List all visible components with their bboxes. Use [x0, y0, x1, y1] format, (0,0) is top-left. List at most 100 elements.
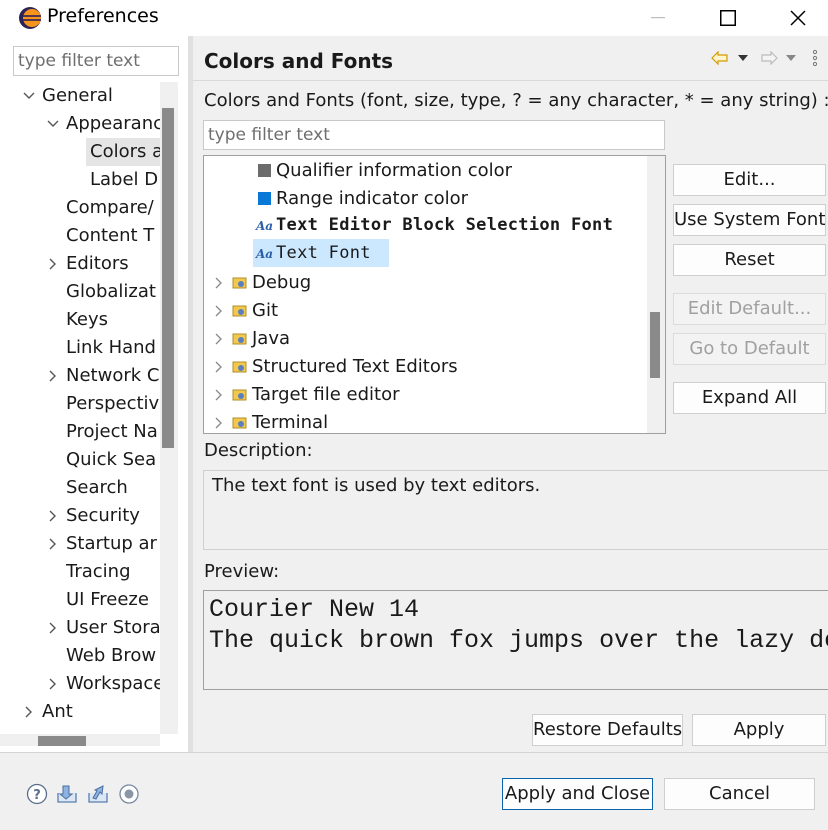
chevron-right-icon: [25, 706, 32, 718]
tree-item-label: Terminal: [252, 412, 329, 433]
font-icon: Aa: [256, 219, 274, 233]
tree-item-label: Text Editor Block Selection Font: [276, 215, 614, 235]
sidebar-item-globalization[interactable]: Globalizat: [66, 278, 156, 306]
restore-defaults-button[interactable]: Restore Defaults: [532, 714, 683, 746]
tree-item-label: Target file editor: [252, 384, 400, 405]
sidebar-item-tracing[interactable]: Tracing: [66, 558, 131, 586]
tree-item-label: Text Font: [276, 243, 371, 263]
sidebar-item-label: UI Freeze: [66, 589, 149, 610]
sidebar-vertical-scrollbar[interactable]: [160, 82, 178, 734]
description-text: The text font is used by text editors.: [212, 475, 541, 496]
edit-default-button[interactable]: Edit Default...: [673, 293, 826, 325]
sidebar-item-colors-and-fonts[interactable]: Colors a: [86, 138, 160, 166]
sidebar-item-label: Security: [66, 505, 140, 526]
import-icon[interactable]: [56, 783, 78, 805]
maximize-button[interactable]: [698, 0, 758, 36]
scrollbar-thumb[interactable]: [162, 108, 174, 448]
sidebar-item-perspectives[interactable]: Perspectiv: [66, 390, 159, 418]
chevron-right-icon: [215, 389, 222, 401]
sidebar-item-compare[interactable]: Compare/: [66, 194, 154, 222]
sidebar-item-label-decorations[interactable]: Label D: [90, 166, 158, 194]
color-swatch-icon: [258, 164, 271, 177]
sidebar-item-label: Quick Sea: [66, 449, 157, 470]
chevron-right-icon: [215, 277, 222, 289]
sidebar-item-keys[interactable]: Keys: [66, 306, 108, 334]
dropdown-icon[interactable]: [786, 55, 796, 61]
apply-and-close-button[interactable]: Apply and Close: [502, 778, 653, 810]
sidebar-item-label: Project Na: [66, 421, 158, 442]
sidebar-filter-input[interactable]: [13, 46, 179, 76]
category-folder-icon: [232, 333, 247, 345]
help-icon[interactable]: ?: [26, 783, 48, 805]
eclipse-icon: [19, 7, 41, 29]
preview-box: Courier New 14 The quick brown fox jumps…: [203, 590, 828, 690]
tree-item-label: Structured Text Editors: [252, 356, 458, 377]
preview-line: The quick brown fox jumps over the lazy …: [209, 626, 828, 655]
window-title: Preferences: [47, 5, 159, 27]
sidebar-item-label: Search: [66, 477, 128, 498]
title-bar: Preferences: [0, 0, 828, 36]
colors-and-fonts-tree: Qualifier information color Range indica…: [203, 155, 666, 434]
back-arrow-icon[interactable]: [711, 51, 729, 65]
sidebar-horizontal-scrollbar[interactable]: [0, 734, 160, 746]
dropdown-icon[interactable]: [738, 55, 748, 61]
tree-item-label: Debug: [252, 272, 312, 293]
sidebar-item-label: Web Brow: [66, 645, 157, 666]
sidebar-item-label: Label D: [90, 169, 159, 190]
go-to-default-button[interactable]: Go to Default: [673, 333, 826, 365]
export-icon[interactable]: [87, 783, 109, 805]
sidebar-item-label: Appearanc: [66, 113, 160, 134]
close-button[interactable]: [768, 0, 828, 36]
sidebar-item-web-browser[interactable]: Web Brow: [66, 642, 156, 670]
svg-text:?: ?: [33, 788, 41, 803]
record-icon[interactable]: [118, 783, 140, 805]
sidebar-item-label: Colors a: [86, 138, 160, 166]
chevron-right-icon: [49, 370, 56, 382]
reset-button[interactable]: Reset: [673, 244, 826, 276]
expand-all-button[interactable]: Expand All: [673, 382, 826, 414]
minimize-button[interactable]: [628, 0, 688, 36]
sidebar-item-label: Compare/: [66, 197, 154, 218]
pane-splitter[interactable]: [188, 36, 193, 752]
font-icon: Aa: [256, 247, 274, 261]
preview-line: Courier New 14: [209, 595, 420, 624]
sidebar-item-quick-search[interactable]: Quick Sea: [66, 446, 156, 474]
sidebar-item-label: Ant: [42, 701, 73, 722]
maximize-icon: [720, 10, 736, 26]
chevron-right-icon: [49, 510, 56, 522]
chevron-right-icon: [215, 305, 222, 317]
tree-vertical-scrollbar[interactable]: [647, 156, 665, 433]
chevron-right-icon: [215, 333, 222, 345]
use-system-font-button[interactable]: Use System Font: [673, 204, 826, 236]
chevron-right-icon: [215, 417, 222, 429]
sidebar-item-link-handlers[interactable]: Link Hand: [66, 334, 156, 362]
sidebar-item-label: User Stora: [66, 617, 160, 638]
sidebar-item-label: Content T: [66, 225, 155, 246]
apply-button[interactable]: Apply: [692, 714, 826, 746]
description-box: The text font is used by text editors.: [203, 470, 828, 550]
page-navigation: [708, 46, 828, 70]
chevron-right-icon: [49, 622, 56, 634]
scrollbar-thumb[interactable]: [38, 736, 86, 746]
sidebar-item-label: Keys: [66, 309, 109, 330]
cancel-button[interactable]: Cancel: [664, 778, 815, 810]
sidebar-item-label: Globalizat: [66, 281, 156, 302]
sidebar-item-content-types[interactable]: Content T: [66, 222, 154, 250]
sidebar-item-project-natures[interactable]: Project Na: [66, 418, 158, 446]
tree-item-label: Java: [252, 328, 291, 349]
color-swatch-icon: [258, 192, 271, 205]
preference-tree: General Appearanc Colors a Label D Compa…: [0, 82, 160, 734]
edit-button[interactable]: Edit...: [673, 164, 826, 196]
colors-filter-input[interactable]: [203, 120, 665, 150]
header-divider: [193, 80, 828, 81]
category-folder-icon: [232, 389, 247, 401]
sidebar-item-label: Link Hand: [66, 337, 156, 358]
scrollbar-thumb[interactable]: [650, 312, 660, 378]
forward-arrow-icon[interactable]: [760, 51, 778, 65]
more-menu-icon[interactable]: [812, 48, 818, 68]
sidebar-item-ui-freeze[interactable]: UI Freeze: [66, 586, 149, 614]
chevron-right-icon: [49, 678, 56, 690]
minimize-icon: [651, 17, 665, 19]
sidebar-item-search[interactable]: Search: [66, 474, 128, 502]
category-folder-icon: [232, 417, 247, 429]
